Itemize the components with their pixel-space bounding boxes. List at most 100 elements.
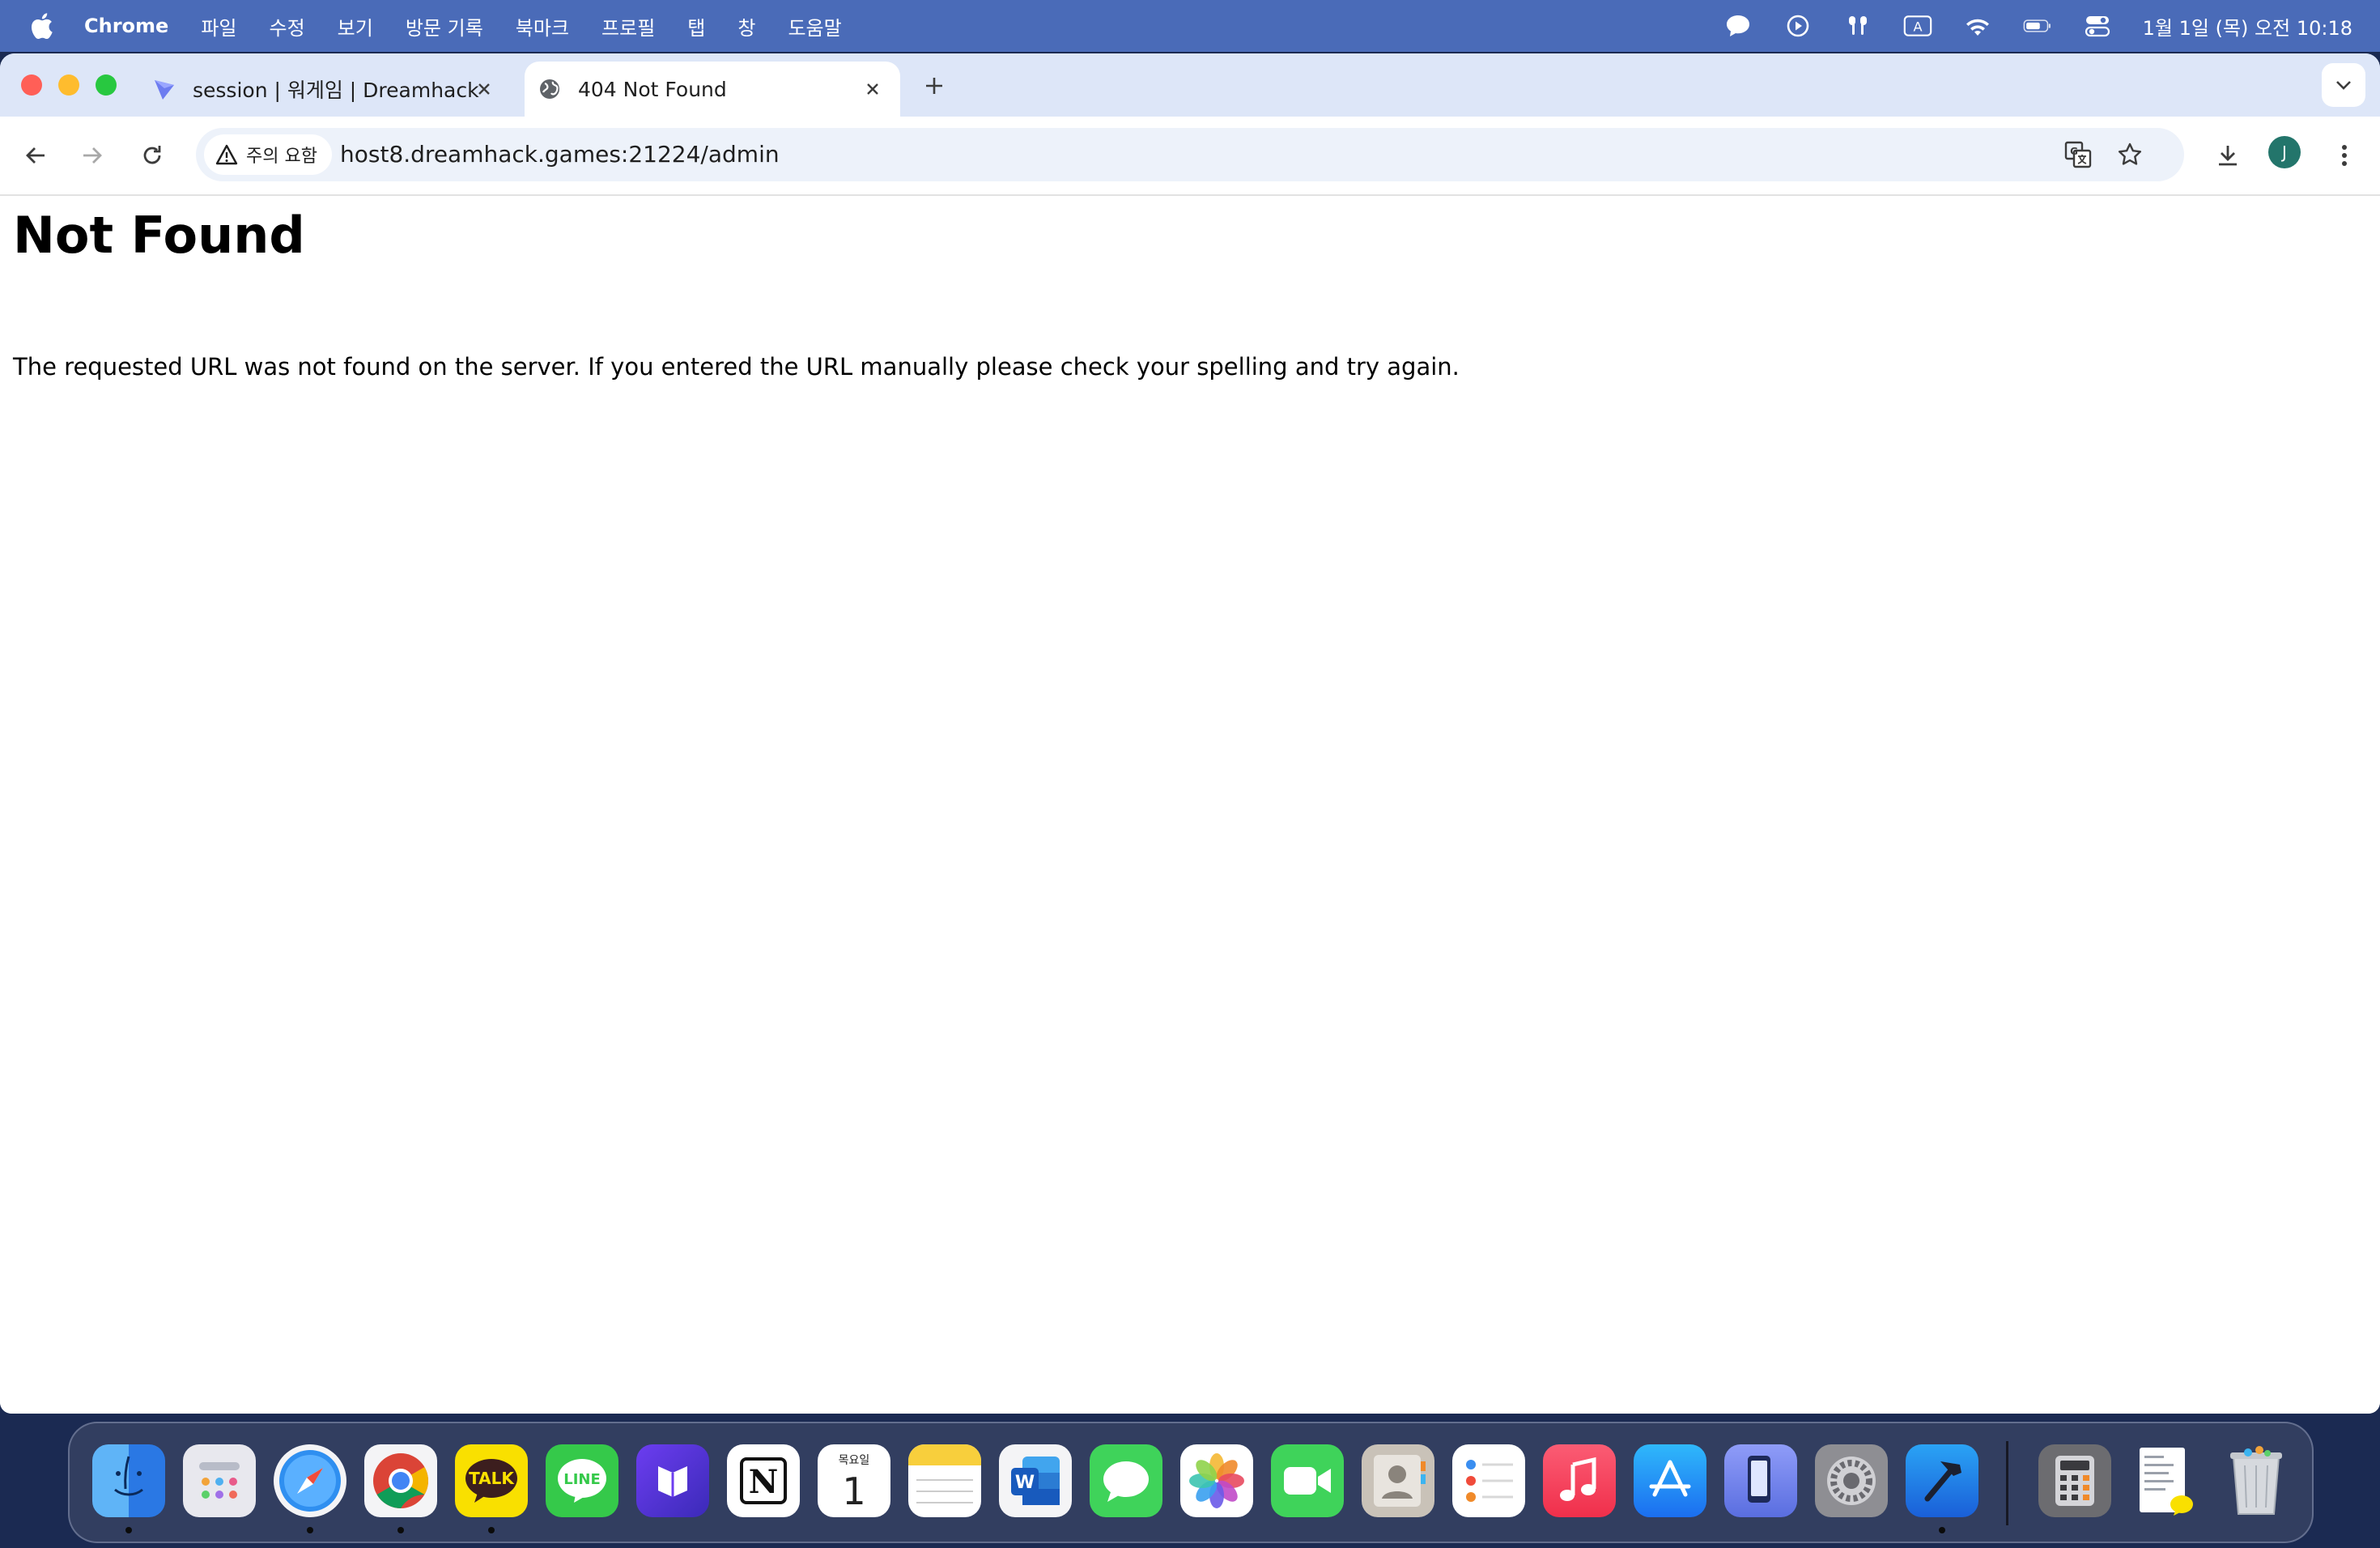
status-area: A 1월 1일 (목) 오전 10:18: [1723, 11, 2352, 40]
music-icon[interactable]: [1543, 1444, 1616, 1517]
address-bar[interactable]: 주의 요함 host8.dreamhack.games:21224/admin …: [196, 128, 2184, 181]
browser-window: session | 워게임 | Dreamhack 404 Not Found: [0, 53, 2380, 1414]
safari-icon[interactable]: [274, 1444, 346, 1517]
running-indicator: [397, 1527, 404, 1533]
system-settings-icon[interactable]: [1815, 1444, 1888, 1517]
downloads-button[interactable]: [2210, 138, 2246, 173]
app-store-icon[interactable]: [1634, 1444, 1706, 1517]
reload-icon: [143, 146, 161, 164]
dock-divider: [2006, 1441, 2008, 1525]
svg-text:G: G: [2070, 146, 2078, 157]
minimize-window-button[interactable]: [58, 74, 79, 96]
security-chip[interactable]: 주의 요함: [204, 134, 332, 175]
wifi-icon[interactable]: [1963, 11, 1992, 40]
speech-bubble-icon[interactable]: [1723, 11, 1753, 40]
input-source-icon[interactable]: A: [1903, 11, 1932, 40]
download-icon: [2219, 146, 2237, 166]
notion-letter: N: [749, 1463, 779, 1501]
kebab-menu-icon: [2342, 145, 2347, 166]
translate-icon: G: [2064, 141, 2092, 168]
airpods-icon[interactable]: [1843, 11, 1872, 40]
mochi-icon[interactable]: [636, 1444, 709, 1517]
facetime-icon[interactable]: [1271, 1444, 1344, 1517]
globe-icon: [538, 77, 562, 101]
menu-help[interactable]: 도움말: [788, 12, 841, 40]
menu-edit[interactable]: 수정: [269, 12, 304, 40]
menu-bar: Chrome 파일 수정 보기 방문 기록 북마크 프로필 탭 창 도움말 A …: [0, 0, 2380, 52]
messages-icon[interactable]: [1090, 1444, 1162, 1517]
running-indicator: [1939, 1527, 1945, 1533]
back-button[interactable]: [18, 138, 53, 173]
arrow-left-icon: [26, 147, 45, 164]
running-indicator: [125, 1527, 132, 1533]
photos-icon[interactable]: [1180, 1444, 1253, 1517]
calendar-day: 1: [842, 1469, 865, 1513]
close-tab-icon[interactable]: [860, 76, 886, 102]
notes-icon[interactable]: [908, 1444, 981, 1517]
close-window-button[interactable]: [21, 74, 42, 96]
finder-icon[interactable]: [92, 1444, 165, 1517]
chrome-icon[interactable]: [364, 1444, 437, 1517]
profile-avatar[interactable]: J: [2268, 136, 2301, 168]
word-letter: W: [1015, 1473, 1035, 1493]
menu-bookmarks[interactable]: 북마크: [516, 12, 569, 40]
calculator-icon[interactable]: [2038, 1444, 2111, 1517]
apple-icon[interactable]: [29, 12, 62, 40]
dock: TALK LINE N 목요일 1 W: [68, 1422, 2314, 1543]
trash-icon[interactable]: [2220, 1444, 2293, 1517]
forward-button[interactable]: [74, 138, 110, 173]
play-circle-icon[interactable]: [1783, 11, 1813, 40]
menu-file[interactable]: 파일: [201, 12, 236, 40]
menu-app-name[interactable]: Chrome: [84, 15, 168, 37]
bookmark-button[interactable]: [2113, 138, 2147, 172]
error-message: The requested URL was not found on the s…: [13, 353, 1460, 381]
menu-window[interactable]: 창: [737, 12, 755, 40]
running-indicator: [488, 1527, 495, 1533]
translate-button[interactable]: G: [2061, 138, 2095, 172]
menu-tab[interactable]: 탭: [687, 12, 705, 40]
menubar-clock[interactable]: 1월 1일 (목) 오전 10:18: [2143, 12, 2352, 40]
running-indicator: [307, 1527, 313, 1533]
reload-button[interactable]: [134, 138, 170, 173]
launchpad-icon[interactable]: [183, 1444, 256, 1517]
menu-history[interactable]: 방문 기록: [406, 12, 483, 40]
warning-icon: [215, 143, 238, 166]
tab-title: session | 워게임 | Dreamhack: [193, 79, 479, 102]
kakaotalk-icon[interactable]: TALK: [455, 1444, 528, 1517]
contacts-icon[interactable]: [1362, 1444, 1434, 1517]
menu-profile[interactable]: 프로필: [601, 12, 655, 40]
word-icon[interactable]: W: [999, 1444, 1072, 1517]
reminders-icon[interactable]: [1452, 1444, 1525, 1517]
url-text[interactable]: host8.dreamhack.games:21224/admin: [340, 141, 780, 168]
menu-button[interactable]: [2327, 138, 2362, 173]
kakaotalk-label: TALK: [469, 1469, 515, 1488]
preview-icon[interactable]: [2129, 1444, 2202, 1517]
tab-title: 404 Not Found: [578, 77, 727, 101]
chevron-down-icon: [2336, 81, 2351, 90]
calendar-icon[interactable]: 목요일 1: [818, 1444, 890, 1517]
notion-icon[interactable]: N: [727, 1444, 800, 1517]
tab-search-button[interactable]: [2322, 63, 2365, 107]
close-tab-icon[interactable]: [471, 76, 497, 102]
input-source-letter: A: [1913, 19, 1922, 34]
dreamhack-icon: [152, 77, 176, 101]
security-chip-label: 주의 요함: [246, 147, 317, 167]
tab-dreamhack[interactable]: session | 워게임 | Dreamhack: [139, 62, 512, 117]
battery-icon[interactable]: [2023, 11, 2052, 40]
tab-404-not-found[interactable]: 404 Not Found: [525, 62, 900, 117]
simulator-icon[interactable]: [1724, 1444, 1797, 1517]
new-tab-button[interactable]: [918, 70, 950, 102]
browser-toolbar: 주의 요함 host8.dreamhack.games:21224/admin …: [0, 117, 2380, 196]
zoom-window-button[interactable]: [96, 74, 117, 96]
line-icon[interactable]: LINE: [546, 1444, 618, 1517]
page-content: Not Found The requested URL was not foun…: [0, 196, 2380, 1414]
tab-strip: session | 워게임 | Dreamhack 404 Not Found: [0, 53, 2380, 117]
page-title: Not Found: [13, 206, 305, 265]
xcode-icon[interactable]: [1906, 1444, 1978, 1517]
control-center-icon[interactable]: [2083, 11, 2112, 40]
menu-view[interactable]: 보기: [338, 12, 373, 40]
arrow-right-icon: [83, 147, 102, 164]
line-label: LINE: [563, 1471, 601, 1488]
star-icon: [2118, 142, 2142, 165]
calendar-weekday: 목요일: [839, 1454, 870, 1467]
